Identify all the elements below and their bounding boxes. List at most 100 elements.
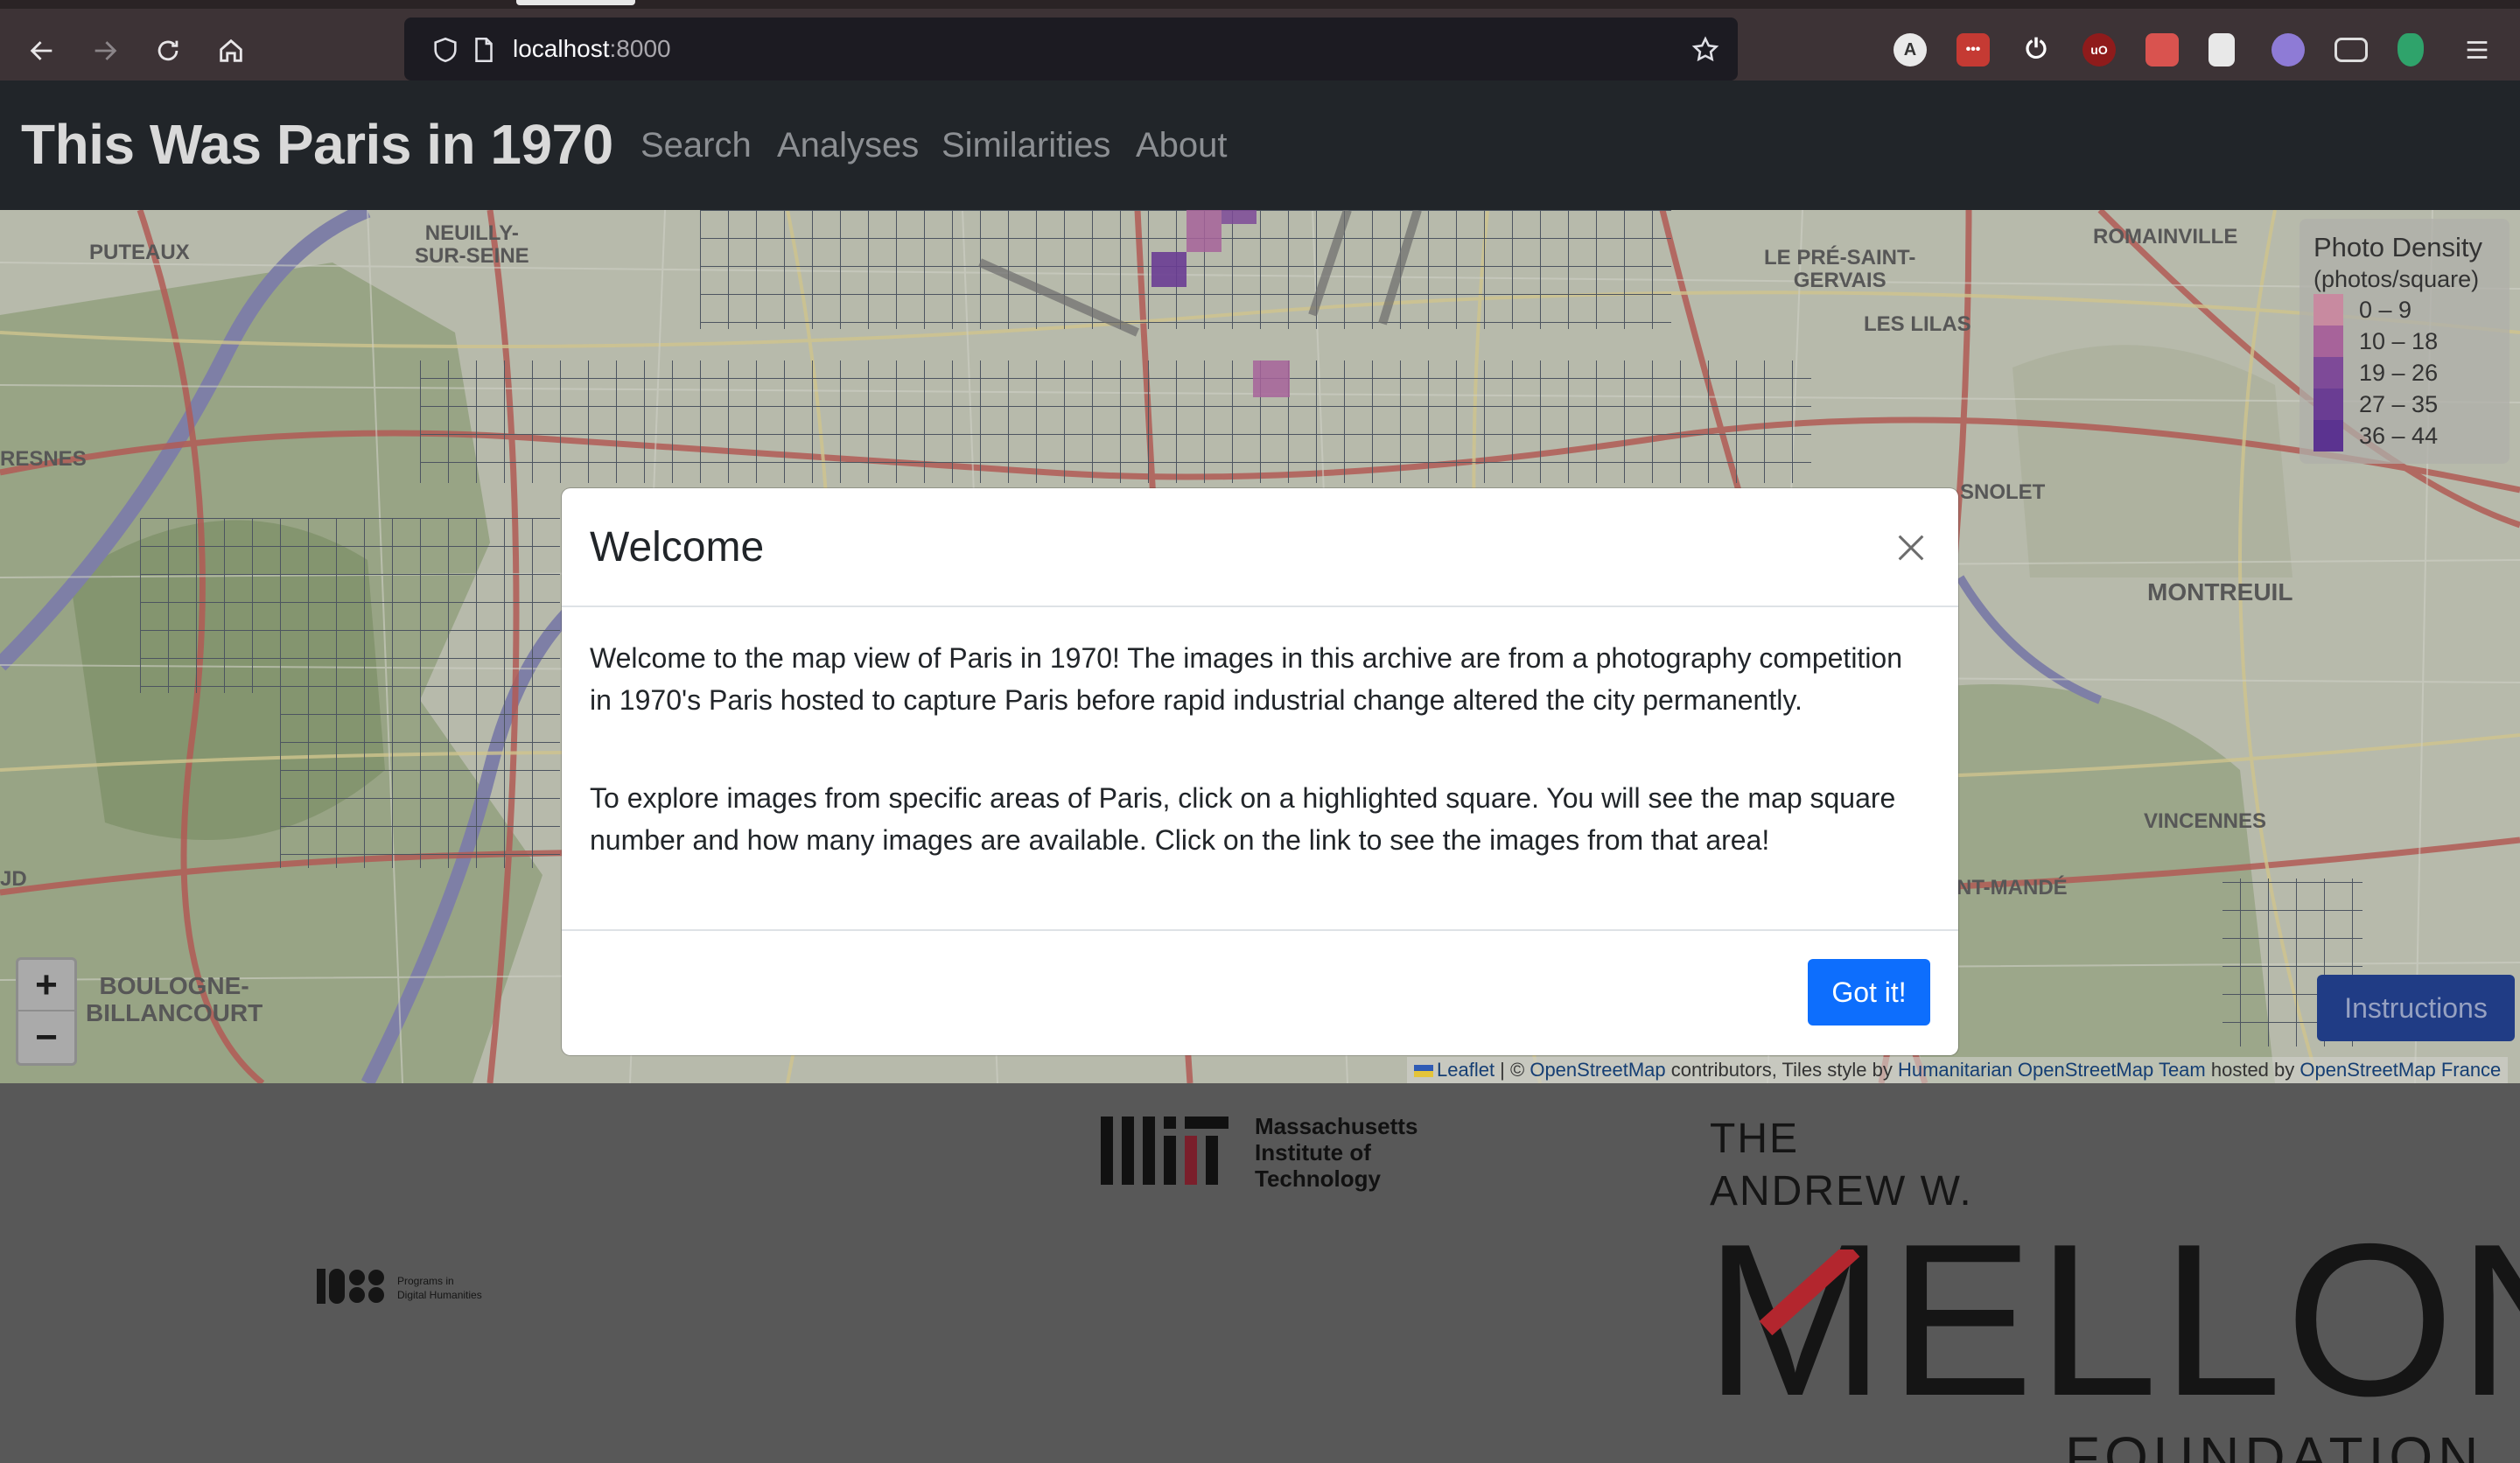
map-label-romainville: ROMAINVILLE — [2093, 225, 2238, 248]
map-label-bagnolet: SNOLET — [1960, 480, 2046, 504]
zoom-in-button[interactable]: + — [18, 960, 74, 1012]
legend-swatch — [2314, 294, 2343, 326]
legend-swatch — [2314, 326, 2343, 357]
legend-title: Photo Density — [2314, 232, 2482, 262]
legend-row: 0 – 9 — [2314, 294, 2496, 326]
density-legend: Photo Density (photos/square) 0 – 9 10 –… — [2300, 219, 2510, 464]
reload-button[interactable] — [145, 28, 191, 74]
legend-row: 10 – 18 — [2314, 326, 2496, 357]
hamburger-icon — [2467, 41, 2488, 59]
forward-arrow-icon — [94, 41, 117, 60]
legend-label: 27 – 35 — [2359, 390, 2439, 417]
back-arrow-icon — [30, 41, 52, 60]
mellon-the: THE — [1710, 1116, 1799, 1162]
legend-label: 10 – 18 — [2359, 327, 2439, 354]
mit-wordmark: Massachusetts Institute of Technology — [1255, 1113, 1418, 1192]
modal-close-button[interactable] — [1888, 525, 1934, 570]
back-button[interactable] — [19, 28, 65, 74]
page-icon[interactable] — [469, 35, 499, 65]
attribution-sep: | © — [1494, 1059, 1530, 1081]
osm-france-link[interactable]: OpenStreetMap France — [2300, 1059, 2501, 1081]
active-tab-indicator — [516, 0, 635, 5]
brand-title[interactable]: This Was Paris in 1970 — [21, 112, 613, 177]
legend-row: 19 – 26 — [2314, 357, 2496, 388]
home-icon — [220, 38, 242, 62]
hot-link[interactable]: Humanitarian OpenStreetMap Team — [1898, 1059, 2206, 1081]
digital-humanities-wordmark: Programs in Digital Humanities — [397, 1274, 482, 1302]
url-text[interactable]: localhost:8000 — [513, 35, 671, 63]
legend-swatch — [2314, 357, 2343, 388]
ukraine-flag-icon — [1414, 1065, 1433, 1078]
digital-humanities-logo — [317, 1269, 384, 1304]
menu-icon[interactable] — [2460, 33, 2494, 66]
attribution-text-1: contributors, Tiles style by — [1665, 1059, 1898, 1081]
reload-icon — [158, 40, 178, 61]
extension-dots-label: ••• — [1965, 42, 1981, 57]
nav-link-analyses[interactable]: Analyses — [777, 126, 919, 165]
browser-toolbar: localhost:8000 A ••• ⏻ uO — [0, 0, 2520, 80]
map-label-pre-saint-gervais: LE PRÉ-SAINT- GERVAIS — [1764, 246, 1916, 293]
mit-line: Technology — [1255, 1166, 1381, 1192]
map-label-montreuil: MONTREUIL — [2147, 578, 2293, 606]
url-bar[interactable]: localhost:8000 — [404, 18, 1738, 80]
nav-link-about[interactable]: About — [1136, 126, 1228, 165]
legend-swatch — [2314, 388, 2343, 420]
url-host: localhost — [513, 35, 610, 62]
reader-icon[interactable] — [2334, 38, 2368, 62]
close-icon — [1898, 535, 1924, 561]
welcome-modal: Welcome Welcome to the map view of Paris… — [562, 488, 1958, 1055]
leaflet-link[interactable]: Leaflet — [1437, 1059, 1494, 1081]
document-icon[interactable] — [2208, 33, 2235, 66]
shield-icon[interactable] — [430, 35, 460, 65]
nav-link-similarities[interactable]: Similarities — [942, 126, 1110, 165]
legend-label: 0 – 9 — [2359, 296, 2412, 323]
map-label-les-lilas: LES LILAS — [1864, 312, 1971, 336]
power-icon[interactable]: ⏻ — [2020, 33, 2053, 66]
power-label: ⏻ — [2026, 35, 2047, 64]
extension-a-icon[interactable]: A — [1894, 33, 1927, 66]
map-label-puteaux: PUTEAUX — [89, 241, 190, 264]
map-label-vincennes: VINCENNES — [2144, 809, 2267, 833]
extension-red-icon[interactable] — [2146, 33, 2179, 66]
extension-purple-icon[interactable] — [2272, 33, 2305, 66]
map-label-boulogne: BOULOGNE- BILLANCOURT — [86, 972, 263, 1026]
map-label-saint-mande: NT-MANDÉ — [1956, 876, 2068, 900]
legend-label: 19 – 26 — [2359, 359, 2439, 386]
zoom-control: + − — [16, 957, 77, 1066]
shield-green-icon[interactable] — [2398, 33, 2424, 66]
legend-row: 27 – 35 — [2314, 388, 2496, 420]
modal-paragraph: Welcome to the map view of Paris in 1970… — [590, 642, 1903, 716]
dh-line: Digital Humanities — [397, 1289, 482, 1301]
instructions-button[interactable]: Instructions — [2317, 975, 2515, 1041]
home-button[interactable] — [208, 28, 254, 74]
forward-button[interactable] — [82, 28, 128, 74]
map-label-resnes: RESNES — [0, 447, 87, 471]
map-attribution: Leaflet | © OpenStreetMap contributors, … — [1407, 1057, 2509, 1083]
modal-body: Welcome to the map view of Paris in 1970… — [562, 607, 1958, 931]
modal-footer: Got it! — [562, 931, 1958, 1054]
zoom-out-button[interactable]: − — [18, 1012, 74, 1063]
nav-link-search[interactable]: Search — [640, 126, 752, 165]
map-label-neuilly: NEUILLY- SUR-SEINE — [415, 221, 529, 269]
dh-line: Programs in — [397, 1275, 454, 1287]
legend-label: 36 – 44 — [2359, 422, 2439, 449]
extension-a-label: A — [1903, 39, 1917, 60]
attribution-text-2: hosted by — [2205, 1059, 2300, 1081]
got-it-button[interactable]: Got it! — [1808, 959, 1930, 1026]
legend-row: 36 – 44 — [2314, 420, 2496, 452]
extension-dots-icon[interactable]: ••• — [1956, 33, 1990, 66]
bookmark-star-icon[interactable] — [1690, 35, 1720, 65]
mit-line: Institute of — [1255, 1139, 1371, 1166]
mellon-red-accent — [1759, 1250, 1860, 1336]
modal-header: Welcome — [562, 488, 1958, 607]
url-port: :8000 — [609, 35, 671, 62]
mellon-foundation-text: FOUNDATION — [2065, 1425, 2484, 1463]
modal-paragraph: To explore images from specific areas of… — [590, 782, 1896, 856]
legend-subtitle: (photos/square) — [2314, 266, 2480, 292]
footer: Massachusetts Institute of Technology Pr… — [0, 1083, 2520, 1463]
site-navbar: This Was Paris in 1970 Search Analyses S… — [0, 80, 2520, 210]
modal-title: Welcome — [590, 524, 765, 570]
ublock-icon[interactable]: uO — [2082, 33, 2116, 66]
osm-link[interactable]: OpenStreetMap — [1530, 1059, 1665, 1081]
ublock-label: uO — [2090, 43, 2108, 57]
